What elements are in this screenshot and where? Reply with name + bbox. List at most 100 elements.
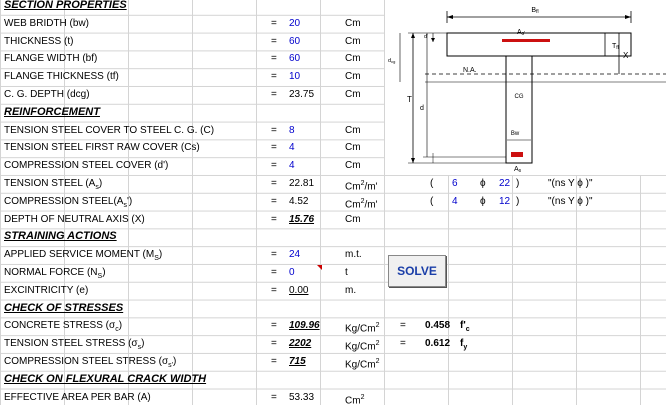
cs-label: TENSION STEEL FIRST RAW COVER (Cs) bbox=[4, 142, 200, 154]
dcg-eq: = bbox=[271, 89, 277, 100]
x-text: X bbox=[623, 51, 629, 60]
as-bar-count[interactable]: 6 bbox=[452, 175, 458, 193]
row-aeff: EFFECTIVE AREA PER BAR (A) = 53.33 Cm2 bbox=[0, 389, 666, 407]
t-section-diagram: Bfl As' CG Bw As N.A. Tfl X dcg d' T d bbox=[385, 0, 666, 175]
bw-value[interactable]: 20 bbox=[289, 15, 300, 33]
asp-bar-count[interactable]: 4 bbox=[452, 193, 458, 211]
fc-unit: Kg/Cm2 bbox=[345, 322, 380, 335]
cg-text: CG bbox=[515, 94, 524, 100]
fc-eq2: = bbox=[400, 320, 406, 332]
row-crack-header: CHECK ON FLEXURAL CRACK WIDTH bbox=[0, 371, 666, 389]
reinforcement-header: REINFORCEMENT bbox=[4, 105, 100, 118]
row-fs: TENSION STEEL STRESS (σs) = 2202 Kg/Cm2 … bbox=[0, 335, 666, 353]
as-phi-symbol: ϕ bbox=[480, 178, 486, 189]
as-value: 22.81 bbox=[289, 178, 315, 189]
c-label: TENSION STEEL COVER TO STEEL C. G. (C) bbox=[4, 124, 215, 136]
dcg-label: C. G. DEPTH (dcg) bbox=[4, 89, 90, 100]
bw-text: Bw bbox=[511, 131, 520, 137]
c-eq: = bbox=[271, 124, 277, 136]
e-label: EXCINTRICITY (e) bbox=[4, 284, 89, 296]
tf-label: FLANGE THICKNESS (tf) bbox=[4, 71, 119, 83]
asp-phi-symbol: ϕ bbox=[480, 195, 486, 207]
fc-eq: = bbox=[271, 320, 277, 332]
asp-unit: Cm2/m' bbox=[345, 197, 378, 211]
fs-eq2: = bbox=[400, 338, 406, 350]
dprime-label: COMPRESSION STEEL COVER (d') bbox=[4, 160, 169, 172]
x-unit: Cm bbox=[345, 213, 361, 225]
bw-eq: = bbox=[271, 17, 277, 29]
ms-value[interactable]: 24 bbox=[289, 246, 300, 264]
fs-unit: Kg/Cm2 bbox=[345, 340, 380, 353]
ns-eq: = bbox=[271, 267, 277, 278]
cs-unit: Cm bbox=[345, 142, 361, 154]
c-value[interactable]: 8 bbox=[289, 122, 295, 140]
fc-value: 109.96 bbox=[289, 320, 320, 332]
row-asp[interactable]: COMPRESSION STEEL(As') = 4.52 Cm2/m' ( 4… bbox=[0, 193, 666, 211]
section-properties-header: SECTION PROPERTIES bbox=[4, 0, 127, 11]
straining-actions-header: STRAINING ACTIONS bbox=[4, 230, 117, 243]
bf-eq: = bbox=[271, 53, 277, 65]
e-eq: = bbox=[271, 284, 277, 296]
c-unit: Cm bbox=[345, 124, 361, 136]
row-ms[interactable]: APPLIED SERVICE MOMENT (MS) = 24 m.t. bbox=[0, 246, 666, 264]
bw-unit: Cm bbox=[345, 17, 361, 29]
fs-label: TENSION STEEL STRESS (σs) bbox=[4, 338, 145, 352]
t-value[interactable]: 60 bbox=[289, 33, 300, 51]
tension-steel-bar bbox=[511, 152, 523, 157]
fs-ratio-unit: fy bbox=[460, 338, 468, 352]
t-eq: = bbox=[271, 35, 277, 47]
fsp-label: COMPRESSION STEEL STRESS (σs') bbox=[4, 356, 177, 369]
row-as[interactable]: TENSION STEEL (As) = 22.81 Cm2/m' ( 6 ϕ … bbox=[0, 175, 666, 193]
e-value: 0.00 bbox=[289, 284, 309, 296]
fs-ratio: 0.612 bbox=[425, 338, 451, 350]
comment-indicator-icon[interactable] bbox=[317, 265, 322, 270]
x-eq: = bbox=[271, 213, 277, 225]
bf-label: FLANGE WIDTH (bf) bbox=[4, 53, 98, 65]
tf-text: Tfl bbox=[612, 43, 619, 51]
dprime-unit: Cm bbox=[345, 160, 361, 172]
ns-unit: t bbox=[345, 267, 348, 278]
compression-steel-bar bbox=[502, 39, 550, 42]
asp-value: 4.52 bbox=[289, 195, 309, 207]
bf-unit: Cm bbox=[345, 53, 361, 65]
as-ns-format: "(ns Y ϕ )" bbox=[548, 178, 593, 189]
row-fc: CONCRETE STRESS (σc) = 109.96 Kg/Cm2 = 0… bbox=[0, 317, 666, 335]
row-stresses-header: CHECK OF STRESSES bbox=[0, 300, 666, 318]
asp-text: As' bbox=[517, 29, 525, 37]
aeff-unit: Cm2 bbox=[345, 393, 365, 406]
ms-eq: = bbox=[271, 249, 277, 261]
ns-value[interactable]: 0 bbox=[289, 264, 295, 282]
fc-label: CONCRETE STRESS (σc) bbox=[4, 320, 123, 334]
asp-bar-diameter[interactable]: 12 bbox=[499, 193, 510, 211]
tf-unit: Cm bbox=[345, 71, 361, 83]
as-bar-diameter[interactable]: 22 bbox=[499, 175, 510, 193]
asp-ns-format: "(ns Y ϕ )" bbox=[548, 195, 593, 207]
fc-ratio: 0.458 bbox=[425, 320, 451, 332]
d-text: d bbox=[420, 105, 424, 112]
cs-value[interactable]: 4 bbox=[289, 139, 295, 157]
dcg-value: 23.75 bbox=[289, 89, 315, 100]
check-of-stresses-header: CHECK OF STRESSES bbox=[4, 301, 124, 314]
fs-value: 2202 bbox=[289, 338, 312, 350]
aeff-label: EFFECTIVE AREA PER BAR (A) bbox=[4, 391, 151, 403]
fsp-eq: = bbox=[271, 356, 277, 367]
dcg-text: dcg bbox=[388, 58, 395, 64]
row-straining-header: STRAINING ACTIONS bbox=[0, 228, 666, 246]
asp-eq: = bbox=[271, 195, 277, 207]
bf-value[interactable]: 60 bbox=[289, 50, 300, 68]
cs-eq: = bbox=[271, 142, 277, 154]
x-value: 15.76 bbox=[289, 213, 315, 225]
dprime-value[interactable]: 4 bbox=[289, 157, 295, 175]
aeff-value: 53.33 bbox=[289, 391, 315, 403]
fc-ratio-unit: f'c bbox=[460, 320, 470, 334]
dcg-unit: Cm bbox=[345, 89, 361, 100]
solve-button[interactable]: SOLVE bbox=[388, 255, 446, 287]
tf-value[interactable]: 10 bbox=[289, 68, 300, 86]
fs-eq: = bbox=[271, 338, 277, 350]
fsp-unit: Kg/Cm2 bbox=[345, 358, 380, 371]
dprime-eq: = bbox=[271, 160, 277, 172]
ns-label: NORMAL FORCE (NS) bbox=[4, 267, 106, 280]
e-unit: m. bbox=[345, 284, 357, 296]
ms-unit: m.t. bbox=[345, 249, 362, 261]
row-ns[interactable]: NORMAL FORCE (NS) = 0 t bbox=[0, 264, 666, 282]
